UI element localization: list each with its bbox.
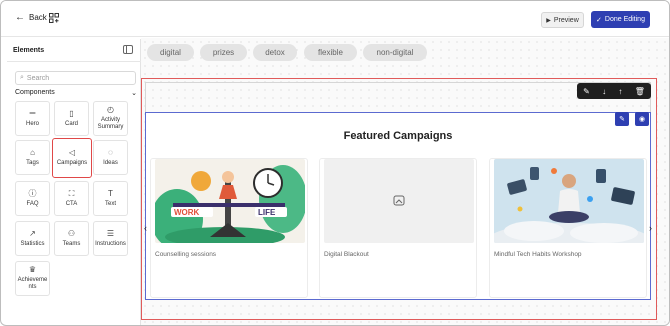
play-icon: ▶ — [546, 17, 551, 24]
tile-label: Card — [64, 120, 78, 127]
tile-cta[interactable]: ⛶ CTA — [54, 181, 89, 216]
tile-hero[interactable]: ＝ Hero — [15, 101, 50, 136]
tag-icon: ⌂ — [30, 147, 35, 157]
tile-label: Text — [104, 200, 116, 207]
tile-campaigns[interactable]: ◁ Campaigns — [52, 138, 92, 178]
tile-label: Instructions — [95, 240, 126, 247]
chevron-down-icon: ⌄ — [131, 90, 137, 97]
tag-chip[interactable]: flexible — [304, 44, 357, 61]
preview-label: Preview — [553, 16, 579, 24]
back-button[interactable]: ← Back — [15, 12, 47, 23]
delete-icon[interactable]: 🗑 — [635, 87, 645, 96]
tile-faq[interactable]: ⓘ FAQ — [15, 181, 50, 216]
tile-label: Hero — [25, 120, 39, 127]
svg-text:LIFE: LIFE — [258, 208, 276, 217]
text-icon: T — [108, 188, 113, 198]
image-placeholder-icon — [393, 195, 405, 206]
campaign-card[interactable]: WORK LIFE Counselling sessions — [150, 158, 308, 298]
tile-label: Campaigns — [56, 160, 88, 166]
section-wrapper — [145, 82, 651, 112]
tile-label: Activity Summary — [97, 117, 124, 130]
edit-icon[interactable]: ✎ — [583, 87, 590, 96]
tile-statistics[interactable]: ↗ Statistics — [15, 221, 50, 256]
collapse-sidebar-icon[interactable] — [123, 45, 133, 54]
carousel-next-icon[interactable]: › — [649, 223, 652, 233]
card-caption: Mindful Tech Habits Workshop — [494, 251, 582, 258]
tile-activity-summary[interactable]: ◴ Activity Summary — [93, 101, 128, 136]
visibility-button[interactable]: ◉ — [635, 112, 649, 126]
cta-icon: ⛶ — [68, 188, 75, 198]
tile-text[interactable]: T Text — [93, 181, 128, 216]
pencil-icon: ✎ — [619, 116, 625, 123]
components-label: Components — [15, 89, 55, 96]
components-section-header[interactable]: Components ⌄ — [15, 89, 137, 97]
trend-icon: ↗ — [29, 228, 36, 238]
sidebar-title: Elements — [13, 47, 45, 54]
tag-chip[interactable]: non-digital — [363, 44, 427, 61]
tile-label: Statistics — [20, 240, 45, 247]
tag-chip[interactable]: detox — [253, 44, 297, 61]
check-icon: ✓ — [596, 16, 602, 24]
carousel-prev-icon[interactable]: ‹ — [144, 223, 147, 233]
search-input[interactable]: ⌕ Search — [15, 71, 136, 85]
equals-icon: ＝ — [28, 108, 37, 118]
tile-ideas[interactable]: ◌ Ideas — [93, 140, 128, 175]
block-toolbar: ✎ ↓ ↑ 🗑 — [577, 83, 651, 99]
tile-label: Ideas — [103, 159, 118, 166]
editor-window: ← Back ▶ Preview ✓ Done Editing Elements… — [0, 0, 670, 326]
tile-teams[interactable]: ⚇ Teams — [54, 221, 89, 256]
elements-sidebar: Elements ⌕ Search Components ⌄ ＝ Hero ▯ … — [7, 39, 141, 325]
search-placeholder: Search — [26, 74, 50, 82]
done-editing-button[interactable]: ✓ Done Editing — [591, 11, 650, 28]
campaign-card[interactable]: Digital Blackout — [319, 158, 477, 298]
done-editing-label: Done Editing — [604, 16, 645, 23]
instructions-icon: ☰ — [106, 228, 115, 238]
search-icon: ⌕ — [20, 74, 24, 81]
card-caption: Digital Blackout — [324, 251, 369, 258]
megaphone-icon: ◁ — [68, 148, 76, 157]
layout-grid-icon[interactable] — [49, 13, 59, 23]
sidebar-divider — [7, 61, 141, 62]
card-icon: ▯ — [69, 108, 74, 118]
card-caption: Counselling sessions — [155, 251, 217, 258]
preview-button[interactable]: ▶ Preview — [541, 12, 584, 28]
editor-canvas: digital prizes detox flexible non-digita… — [141, 38, 669, 325]
tile-tags[interactable]: ⌂ Tags — [15, 140, 50, 175]
people-icon: ⚇ — [67, 228, 76, 238]
top-bar: ← Back ▶ Preview ✓ Done Editing — [1, 1, 669, 37]
tile-label: Tags — [26, 159, 39, 166]
tag-chip[interactable]: prizes — [200, 44, 247, 61]
tile-achievements[interactable]: ♛ Achievements — [15, 261, 50, 296]
campaign-card[interactable]: Mindful Tech Habits Workshop — [489, 158, 647, 298]
tile-label: CTA — [65, 200, 78, 207]
tile-label: Achievements — [17, 277, 48, 290]
back-label: Back — [29, 13, 47, 22]
section-title: Featured Campaigns — [343, 130, 453, 142]
move-down-icon[interactable]: ↓ — [602, 87, 606, 96]
question-icon: ⓘ — [28, 188, 37, 198]
move-up-icon[interactable]: ↑ — [618, 87, 622, 96]
edit-section-button[interactable]: ✎ — [615, 112, 629, 126]
svg-text:WORK: WORK — [174, 208, 200, 217]
activity-icon: ◴ — [107, 105, 114, 114]
tag-chip[interactable]: digital — [147, 44, 194, 61]
eye-icon: ◉ — [638, 116, 646, 123]
trophy-icon: ♛ — [28, 265, 37, 274]
work-life-balance-image: WORK LIFE — [155, 159, 305, 243]
lightbulb-icon: ◌ — [108, 147, 113, 157]
tile-instructions[interactable]: ☰ Instructions — [93, 221, 128, 256]
tile-label: FAQ — [26, 200, 39, 207]
meditation-image — [494, 159, 644, 243]
tile-card[interactable]: ▯ Card — [54, 101, 89, 136]
arrow-left-icon: ← — [15, 12, 25, 23]
tile-label: Teams — [62, 240, 81, 247]
image-placeholder — [324, 159, 474, 243]
